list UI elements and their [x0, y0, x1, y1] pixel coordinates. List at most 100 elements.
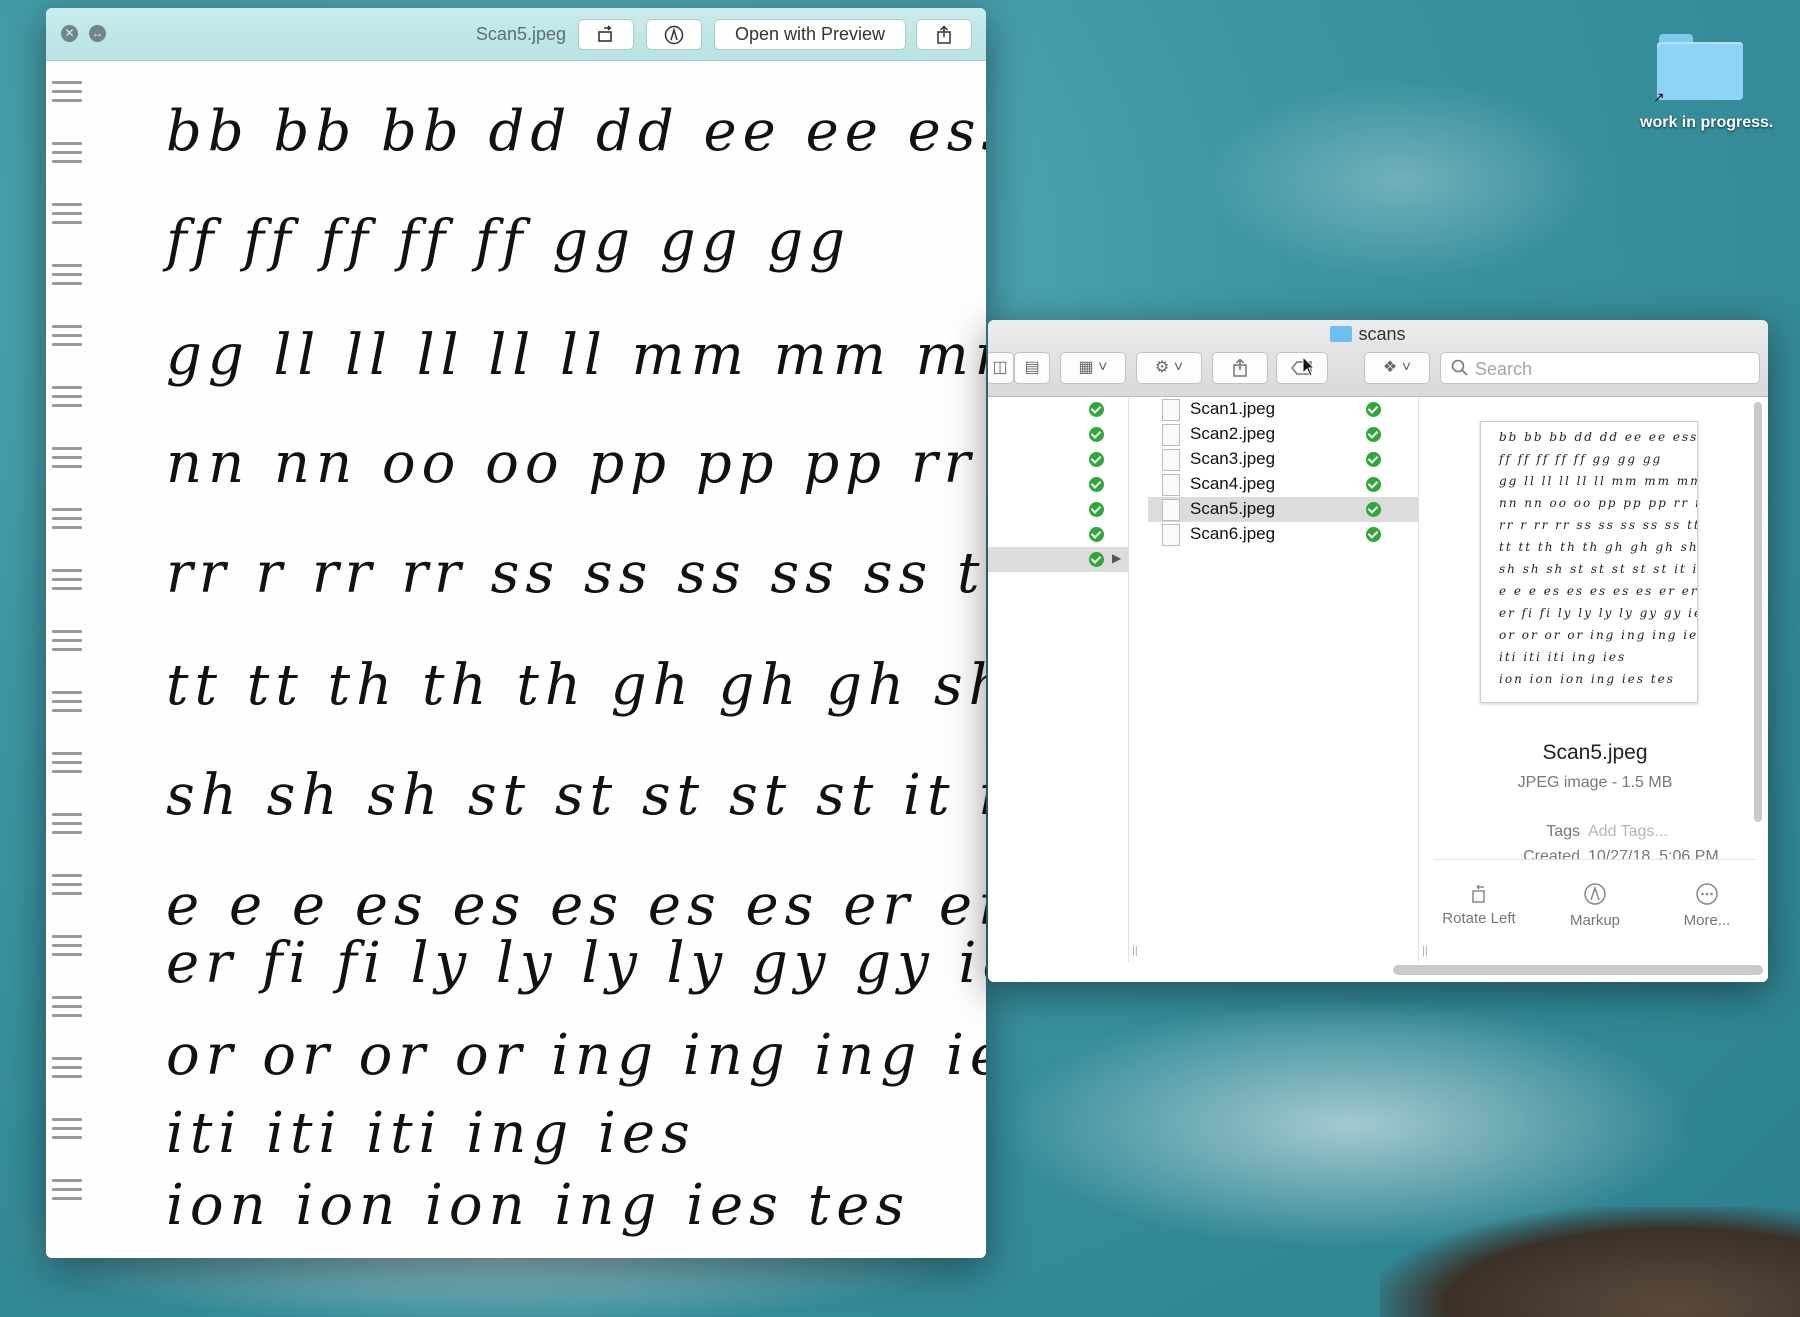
desktop-folder[interactable]: ↗ work in progress.	[1640, 34, 1773, 132]
quicklook-titlebar: ✕ ↔ Scan5.jpeg Open with Preview	[46, 8, 986, 61]
preview-pane: bb bb bb dd dd ee ee ess ess ff ff ff ff…	[1434, 397, 1756, 962]
alias-arrow-icon: ↗	[1653, 89, 1665, 105]
thumb-line: e e e es es es es es er er er	[1499, 584, 1698, 598]
markup-label: Markup	[1569, 912, 1621, 929]
markup-icon	[664, 25, 684, 45]
thumb-line: sh sh sh st st st st st it it ies	[1499, 562, 1698, 576]
image-file-icon	[1162, 474, 1180, 496]
file-row-scan2[interactable]: Scan2.jpeg	[1148, 422, 1418, 447]
list-item[interactable]	[988, 422, 1128, 447]
horizontal-scrollbar[interactable]	[1393, 965, 1763, 975]
more-icon	[1696, 883, 1718, 905]
handwriting-line: bb bb bb dd dd ee ee ess ess	[166, 99, 986, 164]
rotate-left-icon	[1472, 884, 1485, 903]
handwriting-line: rr r rr rr ss ss ss ss ss tt tt tt	[166, 541, 986, 606]
notebook-spiral	[52, 691, 82, 717]
markup-action-button[interactable]: Markup	[1540, 882, 1650, 929]
quicklook-title: Scan5.jpeg	[475, 24, 566, 44]
thumb-line: ff ff ff ff ff gg gg gg	[1499, 452, 1663, 466]
synced-check-icon	[1366, 452, 1381, 467]
synced-check-icon	[1366, 527, 1381, 542]
notebook-spiral	[52, 325, 82, 351]
synced-check-icon	[1089, 527, 1104, 542]
image-file-icon	[1162, 499, 1180, 521]
synced-check-icon	[1366, 427, 1381, 442]
thumb-line: tt tt th th th gh gh gh sh sh	[1499, 540, 1698, 554]
list-item[interactable]	[988, 472, 1128, 497]
share-button[interactable]	[1212, 352, 1268, 384]
synced-check-icon	[1366, 402, 1381, 417]
file-name: Scan1.jpeg	[1190, 399, 1276, 418]
rotate-icon	[598, 25, 612, 42]
column-resize-handle[interactable]: ||	[1132, 945, 1138, 957]
action-button[interactable]: ⚙ ˅	[1136, 352, 1202, 384]
handwriting-line: tt tt th th th gh gh gh sh sh	[166, 653, 986, 718]
synced-check-icon	[1089, 402, 1104, 417]
file-name: Scan5.jpeg	[1190, 499, 1276, 518]
markup-button[interactable]	[646, 19, 702, 50]
rotate-button[interactable]	[578, 19, 634, 50]
rotate-left-label: Rotate Left	[1442, 910, 1516, 927]
dropbox-button[interactable]: ❖ ˅	[1364, 352, 1430, 384]
open-with-preview-button[interactable]: Open with Preview	[714, 19, 906, 50]
file-row-scan5-selected[interactable]: Scan5.jpeg	[1148, 497, 1418, 522]
image-file-icon	[1162, 399, 1180, 421]
vertical-scrollbar[interactable]	[1754, 402, 1762, 822]
thumb-line: rr r rr rr ss ss ss ss ss tt tt tt	[1499, 518, 1697, 532]
files-column: Scan1.jpeg Scan2.jpeg Scan3.jpeg Scan4.j…	[1148, 397, 1428, 962]
list-item[interactable]	[988, 497, 1128, 522]
file-name: Scan3.jpeg	[1190, 449, 1276, 468]
list-item[interactable]	[988, 397, 1128, 422]
image-file-icon	[1162, 424, 1180, 446]
file-row-scan4[interactable]: Scan4.jpeg	[1148, 472, 1418, 497]
list-item[interactable]	[988, 447, 1128, 472]
list-item-selected-folder[interactable]: ▶	[988, 547, 1128, 572]
handwriting-line: ff ff ff ff ff gg gg gg	[166, 209, 851, 274]
file-row-scan3[interactable]: Scan3.jpeg	[1148, 447, 1418, 472]
synced-check-icon	[1089, 427, 1104, 442]
more-label: More...	[1683, 912, 1731, 929]
synced-check-icon	[1366, 502, 1381, 517]
add-tags-field[interactable]: Add Tags...	[1588, 823, 1668, 841]
list-item[interactable]	[988, 522, 1128, 547]
search-placeholder: Search	[1475, 359, 1533, 379]
notebook-spiral	[52, 1179, 82, 1205]
notebook-spiral	[52, 874, 82, 900]
share-button[interactable]	[916, 19, 972, 50]
handwriting-line: iti iti iti ing ies	[166, 1101, 696, 1166]
file-row-scan6[interactable]: Scan6.jpeg	[1148, 522, 1418, 547]
column-view-button[interactable]: ◫	[988, 352, 1014, 384]
thumb-line: er fi fi ly ly ly ly gy gy ies	[1499, 606, 1698, 620]
file-name: Scan4.jpeg	[1190, 474, 1276, 493]
handwriting-line: or or or or ing ing ing ies	[166, 1023, 986, 1088]
file-name: Scan2.jpeg	[1190, 424, 1276, 443]
thumb-line: gg ll ll ll ll ll mm mm mm	[1499, 474, 1698, 488]
notebook-spiral	[52, 447, 82, 473]
share-icon	[937, 25, 951, 44]
notebook-spiral	[52, 142, 82, 168]
quick-actions: Rotate Left Markup More...	[1434, 859, 1756, 963]
search-field[interactable]: Search	[1440, 352, 1760, 384]
column-resize-handle[interactable]: ||	[1422, 945, 1428, 957]
handwriting-line: nn nn oo oo pp pp pp rr rr rr	[166, 431, 986, 496]
notebook-spiral	[52, 569, 82, 595]
preview-thumbnail: bb bb bb dd dd ee ee ess ess ff ff ff ff…	[1480, 421, 1698, 703]
parent-column: ▶ ||	[988, 397, 1138, 962]
handwriting-line: er fi fi ly ly ly ly gy gy ies	[166, 931, 986, 996]
folder-icon	[1330, 326, 1353, 342]
more-button[interactable]: More...	[1652, 882, 1762, 929]
group-button[interactable]: ▦ ˅	[1060, 352, 1126, 384]
markup-icon	[1584, 883, 1606, 905]
notebook-spiral	[52, 81, 82, 107]
gallery-view-button[interactable]: ▤	[1014, 352, 1050, 384]
finder-toolbar: scans ◫ ▤ ▦ ˅ ⚙ ˅ ❖ ˅ Search	[988, 320, 1768, 397]
rotate-left-button[interactable]: Rotate Left	[1424, 882, 1534, 927]
notebook-spiral	[52, 508, 82, 534]
file-row-scan1[interactable]: Scan1.jpeg	[1148, 397, 1418, 422]
notebook-spiral	[52, 203, 82, 229]
preview-file-name: Scan5.jpeg	[1542, 741, 1648, 764]
notebook-spiral	[52, 996, 82, 1022]
preview-file-kind: JPEG image - 1.5 MB	[1517, 774, 1673, 791]
tags-label: Tags	[1546, 823, 1580, 840]
synced-check-icon	[1366, 477, 1381, 492]
